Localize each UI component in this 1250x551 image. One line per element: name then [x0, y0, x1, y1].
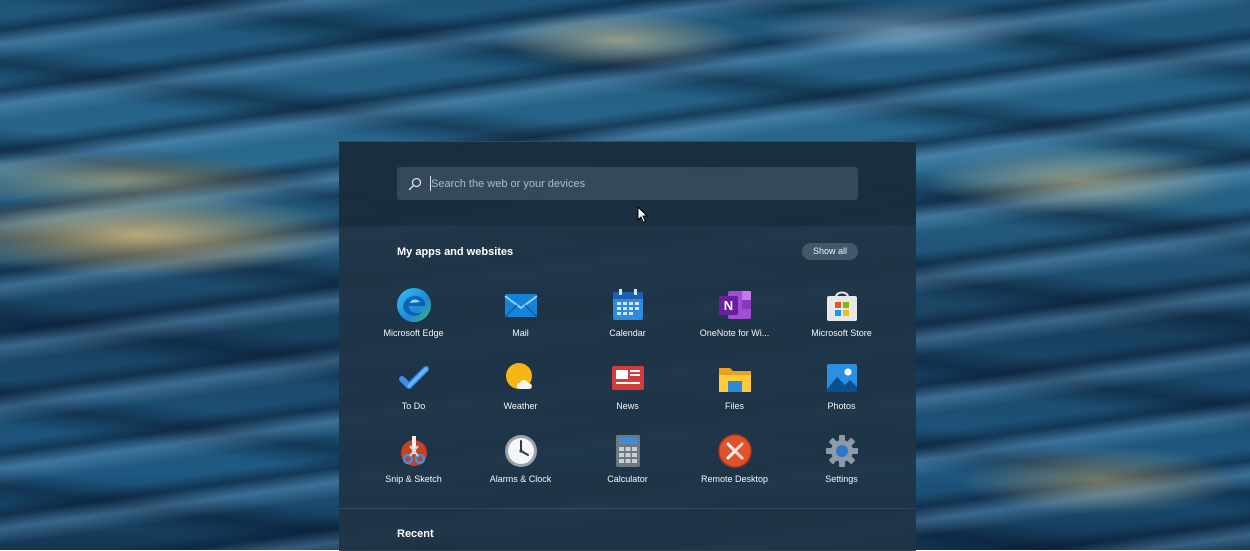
app-tile-snip-sketch[interactable]: Snip & Sketch — [360, 428, 467, 494]
files-icon — [718, 368, 751, 392]
edge-icon — [396, 288, 431, 322]
todo-icon — [398, 366, 429, 389]
weather-icon — [505, 363, 532, 389]
app-label: Photos — [827, 401, 856, 411]
section-divider — [339, 508, 916, 509]
app-tile-weather[interactable]: Weather — [467, 355, 574, 421]
news-icon — [611, 366, 644, 390]
app-tile-settings[interactable]: Settings — [788, 428, 895, 494]
mail-icon — [503, 294, 538, 318]
app-label: Calculator — [607, 474, 648, 484]
app-label: Settings — [825, 474, 858, 484]
onenote-icon: N — [718, 291, 751, 319]
apps-section-title: My apps and websites — [397, 246, 514, 258]
start-menu-panel: My apps and websites Show all Microsoft … — [339, 141, 916, 551]
app-tile-news[interactable]: News — [574, 355, 681, 421]
settings-icon — [825, 435, 858, 467]
store-icon — [826, 291, 857, 321]
app-label: Alarms & Clock — [489, 474, 552, 484]
show-all-button[interactable]: Show all — [802, 243, 858, 260]
remote-desktop-icon — [717, 434, 752, 468]
app-tile-calculator[interactable]: Calculator — [574, 428, 681, 494]
mouse-cursor-icon — [637, 206, 649, 224]
app-label: Snip & Sketch — [385, 474, 442, 484]
app-label: Remote Desktop — [700, 474, 769, 484]
search-box[interactable] — [397, 167, 858, 200]
app-tile-microsoft-store[interactable]: Microsoft Store — [788, 282, 895, 348]
snip-sketch-icon — [400, 436, 427, 466]
app-label: Files — [724, 401, 744, 411]
app-label: Weather — [503, 401, 538, 411]
search-area — [339, 142, 916, 226]
app-tile-mail[interactable]: Mail — [467, 282, 574, 348]
recent-section-title: Recent — [397, 528, 434, 540]
app-tile-alarms-clock[interactable]: Alarms & Clock — [467, 428, 574, 494]
app-tile-to-do[interactable]: To Do — [360, 355, 467, 421]
app-tile-microsoft-edge[interactable]: Microsoft Edge — [360, 282, 467, 348]
app-label: Microsoft Store — [811, 328, 872, 338]
photos-icon — [826, 364, 857, 392]
app-label: Microsoft Edge — [383, 328, 444, 338]
app-label: Mail — [512, 328, 529, 338]
app-label: Calendar — [609, 328, 646, 338]
alarms-clock-icon — [504, 435, 537, 467]
calendar-icon — [612, 289, 643, 320]
app-tile-calendar[interactable]: Calendar — [574, 282, 681, 348]
search-input[interactable] — [431, 167, 841, 200]
app-label: News — [616, 401, 639, 411]
svg-text:N: N — [723, 298, 732, 313]
app-label: OneNote for Wi... — [699, 328, 770, 338]
app-label: To Do — [401, 401, 426, 411]
app-tile-files[interactable]: Files — [681, 355, 788, 421]
calculator-icon — [615, 435, 640, 467]
app-tile-onenote[interactable]: N OneNote for Wi... — [681, 282, 788, 348]
app-tile-remote-desktop[interactable]: Remote Desktop — [681, 428, 788, 494]
app-tile-photos[interactable]: Photos — [788, 355, 895, 421]
search-icon — [408, 177, 422, 191]
